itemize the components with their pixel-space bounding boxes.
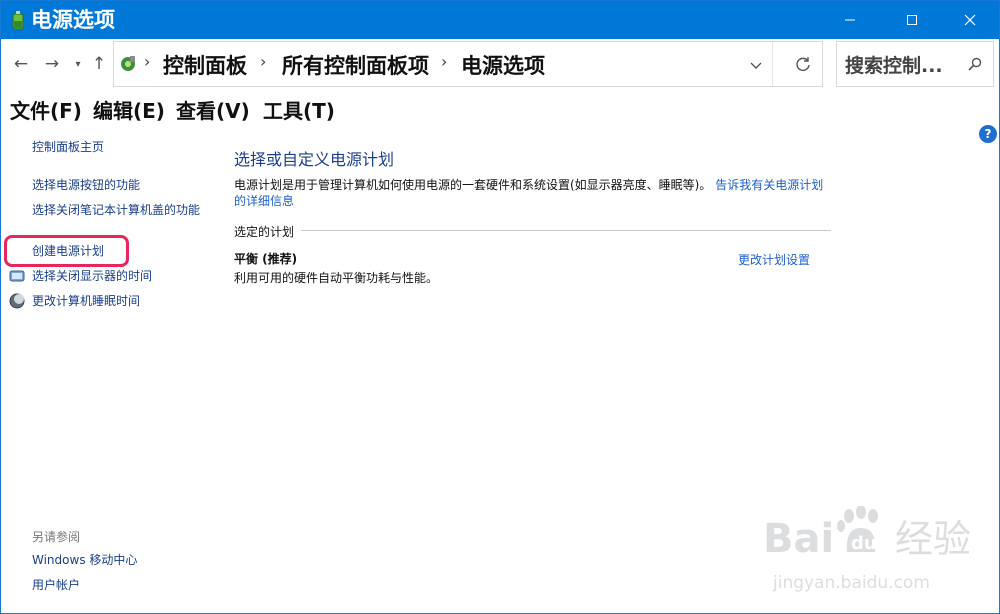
watermark-url: jingyan.baidu.com [772, 573, 930, 593]
up-button[interactable]: ↑ [89, 53, 109, 75]
address-row: ← → ▾ ↑ › 控制面板 › 所有控制面板项 › 电源选项 搜索控制... [1, 39, 999, 89]
description-text: 电源计划是用于管理计算机如何使用电源的一套硬件和系统设置(如显示器亮度、睡眠等)… [234, 178, 712, 192]
svg-text:经验: 经验 [895, 517, 971, 561]
plan-description: 利用可用的硬件自动平衡功耗与性能。 [234, 271, 439, 285]
address-bar[interactable]: › 控制面板 › 所有控制面板项 › 电源选项 [113, 41, 823, 87]
arrow-up-icon: ↑ [91, 54, 107, 74]
close-button[interactable] [939, 1, 1000, 39]
window-title: 电源选项 [31, 8, 115, 32]
svg-text:Bai: Bai [763, 516, 834, 562]
minimize-icon [845, 19, 855, 21]
minimize-button[interactable] [819, 1, 881, 39]
refresh-icon[interactable] [792, 53, 814, 75]
plan-name: 平衡 (推荐) [234, 252, 298, 266]
recent-locations-button[interactable]: ▾ [71, 53, 85, 75]
monitor-icon [9, 270, 25, 282]
menu-edit[interactable]: 编辑(E) [93, 95, 165, 124]
breadcrumb-all-items[interactable]: 所有控制面板项 [282, 50, 429, 80]
title-bar[interactable]: 电源选项 [1, 1, 999, 39]
description: 电源计划是用于管理计算机如何使用电源的一套硬件和系统设置(如显示器亮度、睡眠等)… [234, 177, 834, 209]
menu-view[interactable]: 查看(V) [176, 95, 250, 124]
search-icon[interactable] [967, 56, 983, 72]
control-panel-icon [121, 56, 135, 71]
sidebar-link-lid[interactable]: 选择关闭笔记本计算机盖的功能 [32, 202, 207, 218]
breadcrumb-control-panel[interactable]: 控制面板 [163, 50, 247, 80]
divider [772, 42, 773, 86]
menu-tools[interactable]: 工具(T) [263, 95, 335, 124]
sidebar-link-power-buttons[interactable]: 选择电源按钮的功能 [32, 177, 140, 193]
page-title: 选择或自定义电源计划 [234, 150, 395, 169]
change-plan-settings-link[interactable]: 更改计划设置 [738, 251, 810, 268]
power-options-icon [12, 11, 24, 30]
sidebar-link-display-off[interactable]: 选择关闭显示器的时间 [32, 268, 152, 284]
close-icon [964, 14, 976, 26]
arrow-right-icon: → [44, 54, 60, 74]
help-icon[interactable]: ? [979, 125, 997, 143]
search-box[interactable]: 搜索控制... [836, 41, 994, 87]
forward-button[interactable]: → [41, 53, 63, 75]
search-input[interactable]: 搜索控制... [845, 51, 943, 78]
maximize-icon [907, 15, 917, 25]
see-also-heading: 另请参阅 [32, 530, 81, 544]
baidu-watermark-logo: Bai du 经验 jingyan.baidu.com [763, 506, 971, 593]
sidebar-link-sleep[interactable]: 更改计算机睡眠时间 [32, 293, 140, 309]
back-button[interactable]: ← [10, 53, 32, 75]
menu-bar: 文件(F) 编辑(E) 查看(V) 工具(T) [1, 91, 999, 125]
chevron-down-icon[interactable] [747, 56, 765, 74]
menu-file[interactable]: 文件(F) [10, 95, 82, 124]
selected-plan-heading: 选定的计划 [234, 225, 295, 239]
window: 电源选项 ← → ▾ ↑ › 控制面板 › 所有控制面板项 › 电源选项 搜索控… [0, 0, 1000, 614]
sidebar-home-link[interactable]: 控制面板主页 [32, 139, 104, 155]
arrow-left-icon: ← [13, 54, 29, 74]
chevron-down-icon: ▾ [75, 58, 81, 70]
breadcrumb-power-options[interactable]: 电源选项 [461, 50, 545, 80]
breadcrumb-separator-icon[interactable]: › [441, 52, 447, 71]
breadcrumb-separator-icon: › [144, 52, 151, 71]
see-also-user-accounts[interactable]: 用户帐户 [32, 577, 80, 593]
section-divider [301, 230, 831, 231]
sidebar-link-create-plan[interactable]: 创建电源计划 [32, 243, 104, 259]
svg-text:du: du [851, 533, 877, 554]
see-also-mobility-center[interactable]: Windows 移动中心 [32, 552, 137, 568]
breadcrumb-separator-icon[interactable]: › [260, 52, 266, 71]
maximize-button[interactable] [881, 1, 943, 39]
moon-icon [9, 293, 25, 309]
